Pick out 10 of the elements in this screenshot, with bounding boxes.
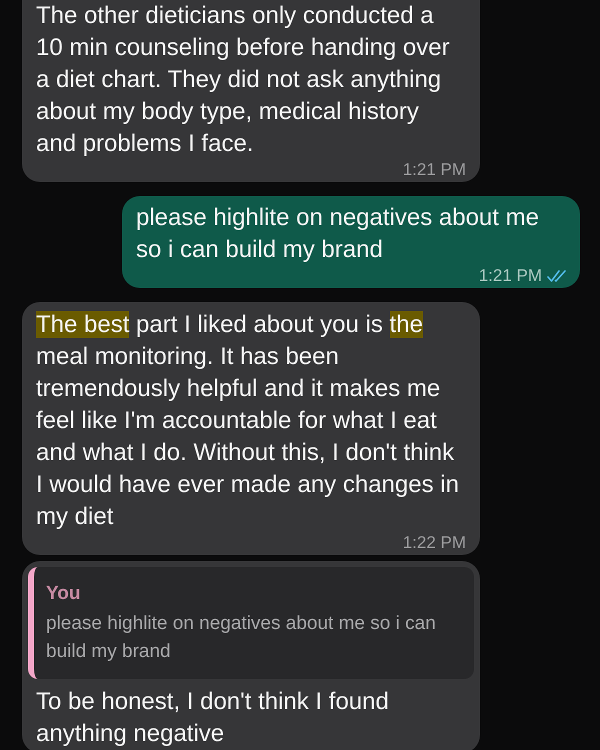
message-text: please highlite on negatives about me so i can build my brand	[136, 203, 540, 265]
message-text: The other dieticians only conducted a 10 min counseling before handing over a diet chart. They did not ask anything about my body type, medical history and problems I face.	[36, 1, 451, 159]
quoted-text: please highlite on negatives about me so i can build my brand	[46, 612, 437, 664]
reply-author: You	[46, 582, 82, 606]
message-time: 1:21 PM	[478, 267, 542, 285]
message-text: To be honest, I don't think I found anything negative	[36, 687, 390, 749]
quoted-reply[interactable]: You please highlite on negatives about me so i can build my brand	[28, 567, 474, 679]
message-time: 1:21 PM	[402, 161, 466, 179]
message-text: The best part I liked about you is the meal monitoring. It has been tremendously helpful and it makes me feel like I'm accountable for what I eat and what I do. Without this, I don't think I would have ever made any changes in my diet	[36, 310, 460, 532]
message-time: 1:22 PM	[402, 534, 466, 552]
